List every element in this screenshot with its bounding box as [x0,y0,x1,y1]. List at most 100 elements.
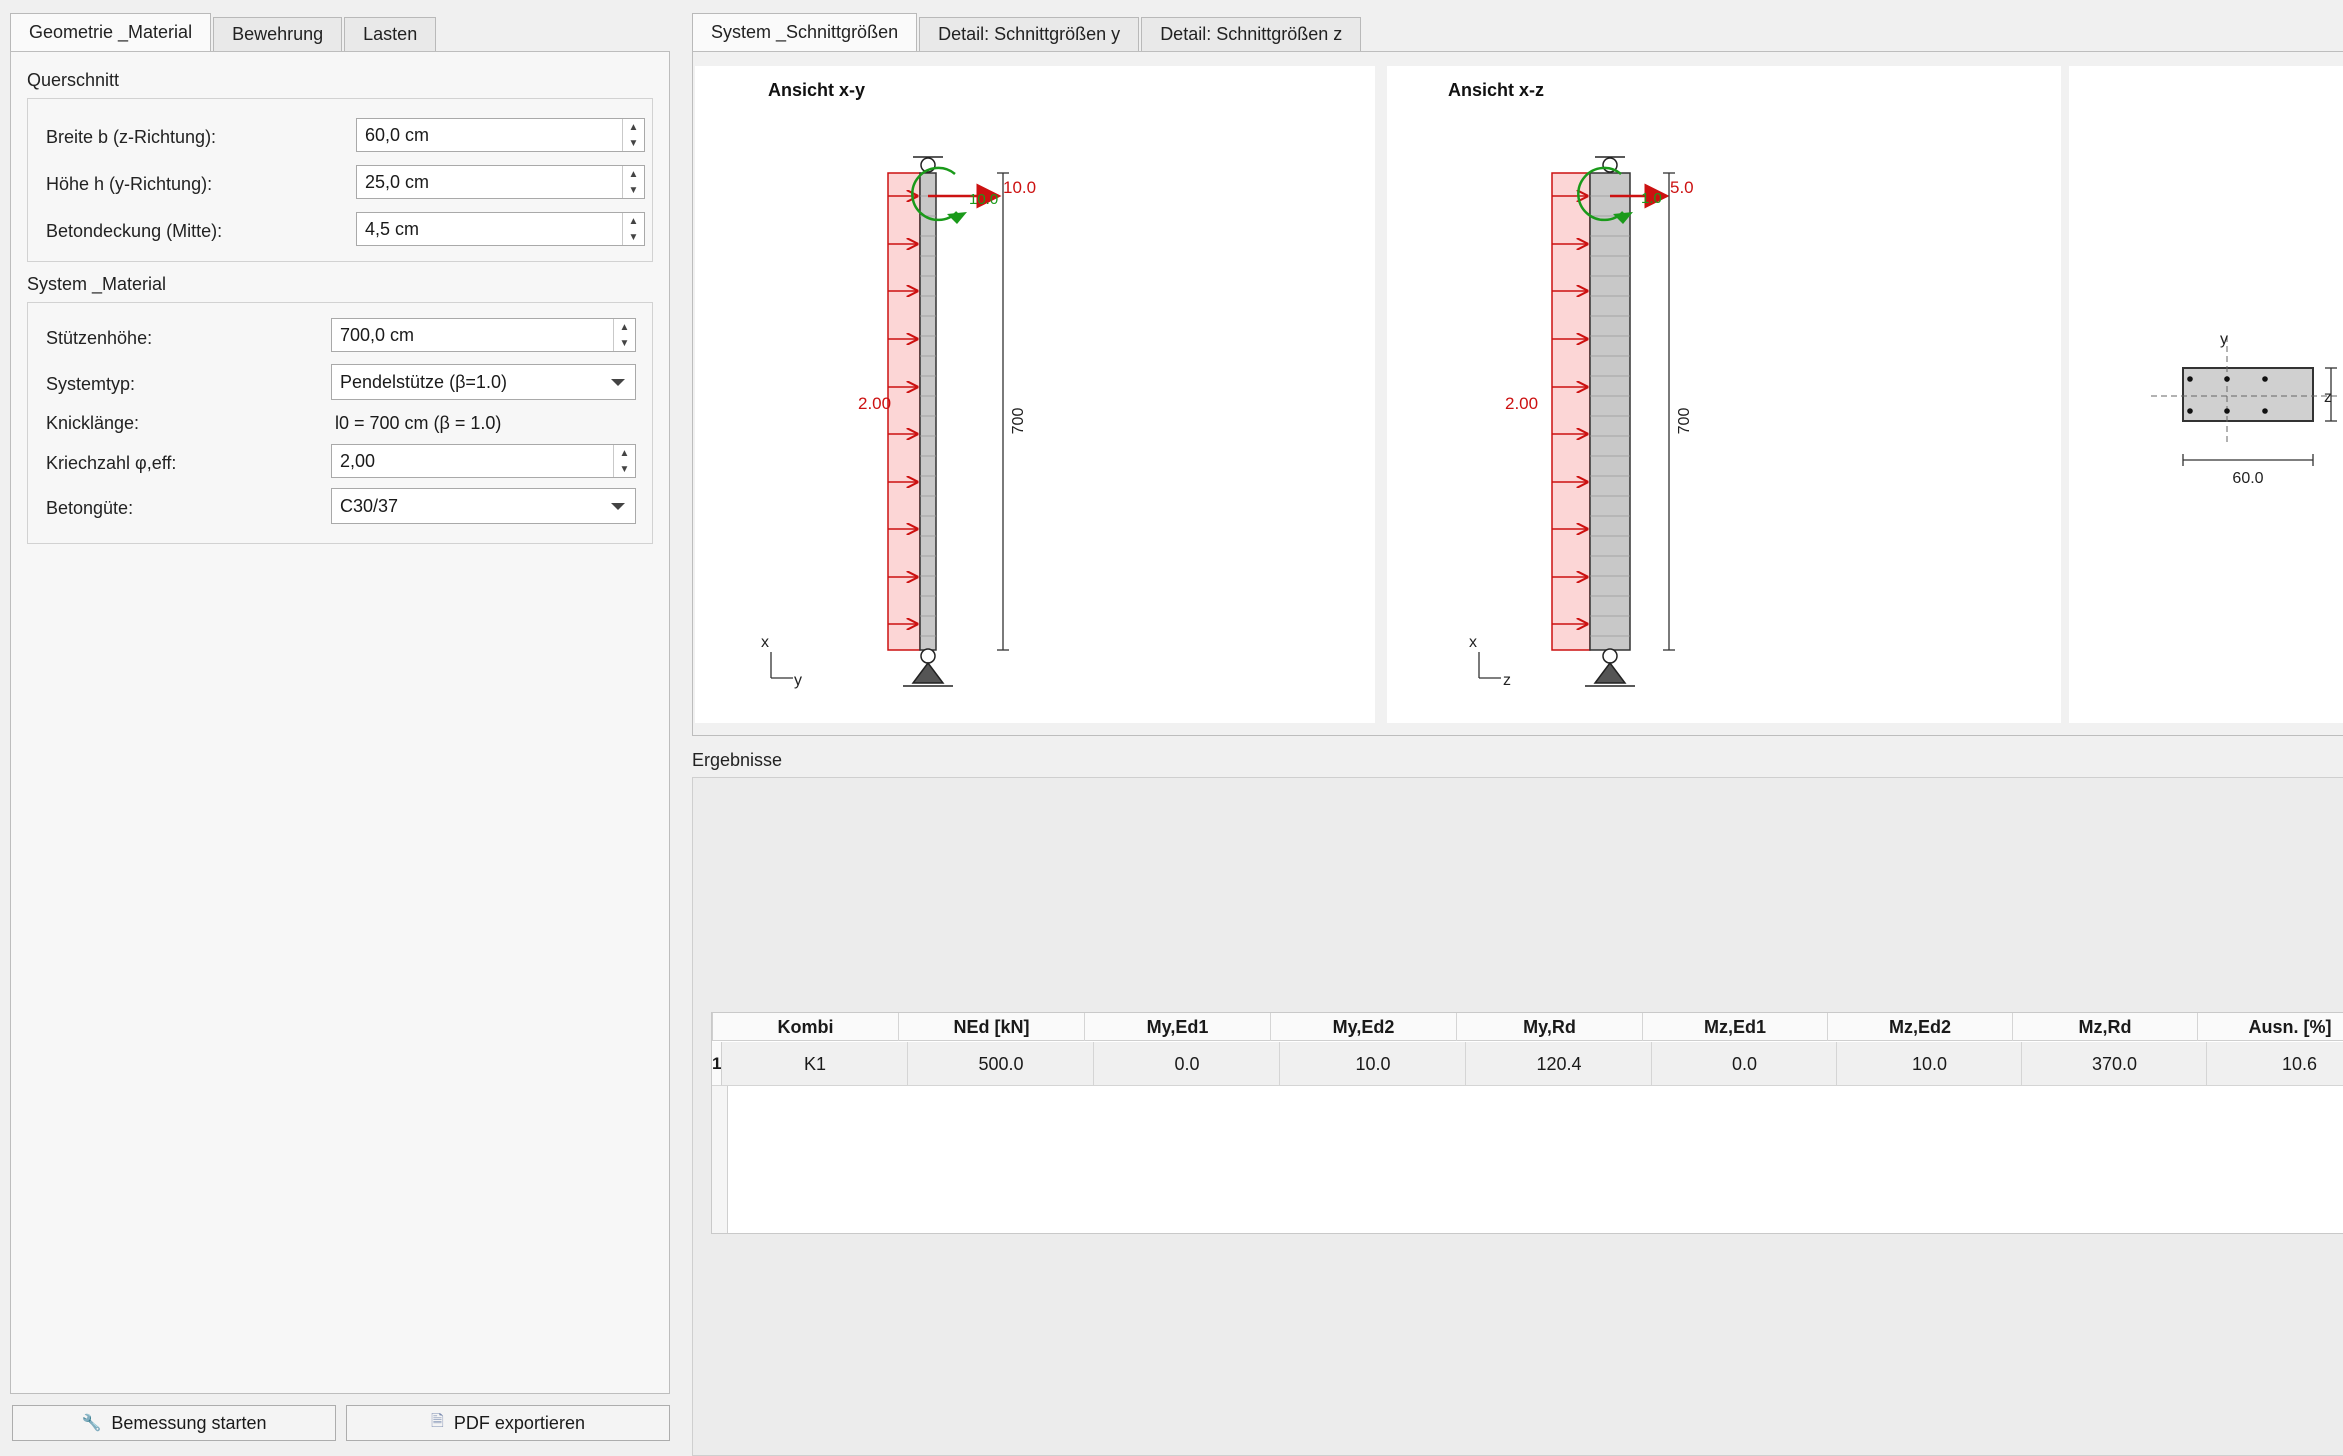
col-kombi[interactable]: Kombi [713,1013,899,1041]
cell-mz-ed1[interactable]: 0.0 [1652,1042,1838,1086]
chevron-down-icon [611,503,625,510]
col-mz-rd[interactable]: Mz,Rd [2013,1013,2198,1041]
axis-label-y: y [794,672,802,689]
load-label-top: 5.0 [1670,178,1694,197]
querschnitt-title: Querschnitt [27,70,120,90]
bottom-support [1585,648,1635,687]
tab-detail-schnittgroessen-y[interactable]: Detail: Schnittgrößen y [919,17,1140,51]
spin-up-icon[interactable]: ▲ [629,169,639,180]
col-mz-ed2[interactable]: Mz,Ed2 [1828,1013,2013,1041]
section-drawing: y z 60.0 [2151,331,2341,487]
spin-down-icon[interactable]: ▼ [629,185,639,196]
breite-input[interactable]: 60,0 cm ▲ ▼ [356,118,645,152]
breite-spin-arrows[interactable]: ▲ ▼ [622,119,644,151]
hoehe-spin-arrows[interactable]: ▲ ▼ [622,166,644,198]
tab-lasten[interactable]: Lasten [344,17,437,51]
document-icon: 🗎 [431,1412,444,1430]
spin-down-icon[interactable]: ▼ [629,138,639,149]
kriechzahl-value: 2,00 [340,450,376,471]
col-ned[interactable]: NEd [kN] [899,1013,1085,1041]
col-my-rd[interactable]: My,Rd [1457,1013,1643,1041]
tab-detail-schnittgroessen-z[interactable]: Detail: Schnittgrößen z [1141,17,1362,51]
spin-up-icon[interactable]: ▲ [620,448,630,459]
spin-down-icon[interactable]: ▼ [629,232,639,243]
cell-mz-rd[interactable]: 370.0 [2022,1042,2208,1086]
system-group: Stützenhöhe: 700,0 cm ▲ ▼ Systemtyp: Pend… [27,302,653,544]
section-width-dimension [2182,454,2314,466]
chevron-down-icon [611,379,625,386]
section-rect [2182,367,2314,422]
height-dim-label: 700 [1676,408,1693,435]
querschnitt-group: Breite b (z-Richtung): 60,0 cm ▲ ▼ Höhe h… [27,98,653,262]
cell-kombi[interactable]: K1 [722,1042,909,1086]
results-table: Kombi NEd [kN] My,Ed1 My,Ed2 My,Rd Mz,Ed… [711,1012,2343,1234]
hoehe-value: 25,0 cm [365,171,430,192]
tab-bewehrung[interactable]: Bewehrung [213,17,343,51]
cell-my-ed2[interactable]: 10.0 [1280,1042,1467,1086]
kriechzahl-spin-arrows[interactable]: ▲ ▼ [613,445,635,477]
kriechzahl-label: Kriechzahl φ,eff: [46,453,177,473]
axis-indicator [1478,652,1501,679]
right-tabbar: System _Schnittgrößen Detail: Schnittgrö… [692,13,1363,51]
deckung-spin-arrows[interactable]: ▲ ▼ [622,213,644,245]
axis-label-z: z [1503,672,1511,689]
cell-my-rd[interactable]: 120.4 [1466,1042,1653,1086]
pdf-exportieren-button[interactable]: 🗎 PDF exportieren [346,1405,670,1441]
hoehe-label: Höhe h (y-Richtung): [46,174,213,194]
col-my-ed1[interactable]: My,Ed1 [1085,1013,1271,1041]
view-xz: Ansicht x-z 2.00 5.0 1.0 700 x z [1387,66,2061,723]
spin-up-icon[interactable]: ▲ [629,122,639,133]
height-dimension [997,172,1009,651]
results-title: Ergebnisse [692,750,783,770]
systemtyp-value: Pendelstütze (β=1.0) [340,371,507,392]
tab-system-schnittgroessen[interactable]: System _Schnittgrößen [692,13,918,51]
system-title: System _Material [27,274,167,294]
cell-ned[interactable]: 500.0 [908,1042,1095,1086]
breite-value: 60,0 cm [365,124,430,145]
load-label-left: 2.00 [1505,394,1538,413]
view-xy: Ansicht x-y 2.00 10.0 10.0 700 x y [695,66,1375,723]
spin-up-icon[interactable]: ▲ [629,216,639,227]
left-tabbar: Geometrie _Material Bewehrung Lasten [10,13,438,51]
section-axis-z: z [2324,389,2332,406]
knicklaenge-value: l0 = 700 cm (β = 1.0) [335,413,502,433]
deckung-label: Betondeckung (Mitte): [46,221,223,241]
visualization-panel: Ansicht x-y 2.00 10.0 10.0 700 x y Ansic… [692,51,2343,736]
cell-ausnutzung[interactable]: 10.6 [2207,1042,2343,1086]
knicklaenge-label: Knicklänge: [46,413,140,433]
spin-up-icon[interactable]: ▲ [620,322,630,333]
cell-mz-ed2[interactable]: 10.0 [1837,1042,2023,1086]
tab-geometrie-material[interactable]: Geometrie _Material [10,13,212,51]
col-ausnutzung[interactable]: Ausn. [%] [2198,1013,2343,1041]
view-section: y z 60.0 [2069,66,2343,723]
load-label-top: 10.0 [1003,178,1036,197]
spin-down-icon[interactable]: ▼ [620,464,630,475]
moment-label: 1.0 [1641,190,1662,207]
table-header: Kombi NEd [kN] My,Ed1 My,Ed2 My,Rd Mz,Ed… [712,1013,2343,1041]
bemessung-label: Bemessung starten [111,1412,267,1433]
betonguete-label: Betongüte: [46,498,134,518]
col-mz-ed1[interactable]: Mz,Ed1 [1643,1013,1828,1041]
bemessung-starten-button[interactable]: 🔧 Bemessung starten [12,1405,336,1441]
deckung-input[interactable]: 4,5 cm ▲ ▼ [356,212,645,246]
axis-indicator [770,652,793,679]
breite-label: Breite b (z-Richtung): [46,127,217,147]
view-xy-drawing: 2.00 10.0 10.0 700 x y [761,156,1036,689]
systemtyp-select[interactable]: Pendelstütze (β=1.0) [331,364,636,400]
height-dimension [1663,172,1675,651]
betonguete-value: C30/37 [340,495,399,516]
betonguete-select[interactable]: C30/37 [331,488,636,524]
left-panel: Querschnitt Breite b (z-Richtung): 60,0 … [10,51,670,1394]
col-my-ed2[interactable]: My,Ed2 [1271,1013,1457,1041]
axis-label-x: x [1469,634,1477,651]
stuetzenhoehe-label: Stützenhöhe: [46,328,153,348]
stuetzenhoehe-spin-arrows[interactable]: ▲ ▼ [613,319,635,351]
hoehe-input[interactable]: 25,0 cm ▲ ▼ [356,165,645,199]
row-index[interactable]: 1 [712,1042,723,1085]
spin-down-icon[interactable]: ▼ [620,338,630,349]
kriechzahl-input[interactable]: 2,00 ▲ ▼ [331,444,636,478]
axis-label-x: x [761,634,769,651]
stuetzenhoehe-input[interactable]: 700,0 cm ▲ ▼ [331,318,636,352]
cell-my-ed1[interactable]: 0.0 [1094,1042,1281,1086]
table-row[interactable]: 1 K1 500.0 0.0 10.0 120.4 0.0 10.0 370.0… [712,1042,2343,1086]
